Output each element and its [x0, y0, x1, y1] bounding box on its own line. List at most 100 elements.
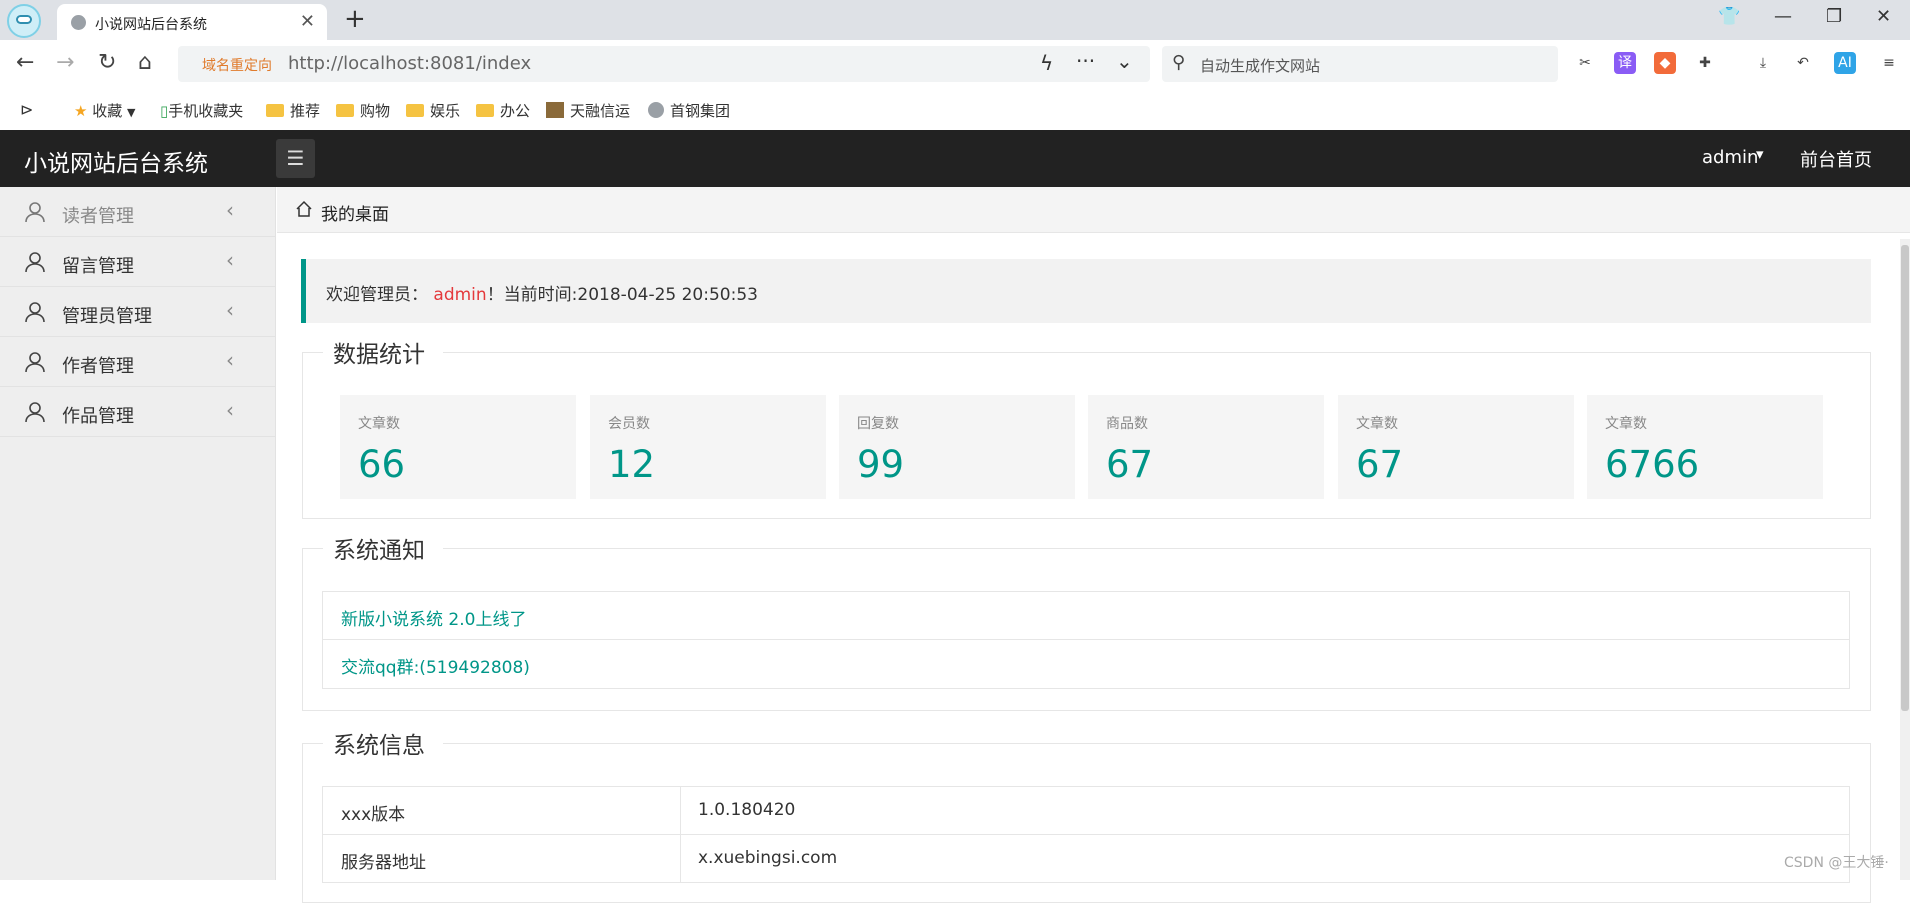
browser-logo-icon[interactable] — [7, 4, 41, 38]
close-tab-icon[interactable]: ✕ — [300, 11, 315, 32]
system-info-panel: 系统信息 xxx版本 1.0.180420 服务器地址 x.xuebingsi.… — [302, 726, 1871, 903]
close-window-icon[interactable]: ✕ — [1876, 6, 1891, 27]
back-icon[interactable]: ← — [16, 50, 34, 75]
bookmark-shopping[interactable]: 购物 — [336, 100, 390, 121]
restore-icon[interactable]: ❐ — [1826, 6, 1842, 27]
search-input[interactable]: 自动生成作文网站 — [1200, 55, 1320, 76]
welcome-banner: 欢迎管理员： admin！当前时间:2018-04-25 20:50:53 — [301, 259, 1871, 323]
front-page-link[interactable]: 前台首页 — [1800, 146, 1872, 172]
forward-icon[interactable]: → — [56, 50, 74, 75]
info-value: 1.0.180420 — [698, 800, 796, 820]
browser-tab[interactable]: 小说网站后台系统 ✕ — [57, 4, 327, 40]
chevron-left-icon: ‹ — [226, 298, 234, 322]
stat-card[interactable]: 会员数 12 — [590, 395, 826, 499]
sidebar-item-messages[interactable]: 留言管理 ‹ — [0, 237, 276, 287]
caret-down-icon[interactable]: ▾ — [1756, 145, 1764, 163]
table-row: xxx版本 1.0.180420 — [322, 786, 1850, 835]
stat-card[interactable]: 文章数 67 — [1338, 395, 1574, 499]
notices-legend: 系统通知 — [323, 531, 443, 565]
extensions-icon[interactable]: ✚ — [1694, 52, 1716, 74]
breadcrumb-tab[interactable]: 我的桌面 — [321, 200, 389, 225]
user-icon — [25, 252, 45, 273]
sidebar-item-admins[interactable]: 管理员管理 ‹ — [0, 287, 276, 337]
sidebar-item-authors[interactable]: 作者管理 ‹ — [0, 337, 276, 387]
list-item[interactable]: 交流qq群:(519492808) — [322, 640, 1850, 689]
caret-down-icon: ▼ — [127, 106, 136, 119]
cell-divider — [680, 787, 681, 835]
chevron-left-icon: ‹ — [226, 198, 234, 222]
chevron-left-icon: ‹ — [226, 248, 234, 272]
download-icon[interactable]: ⤓ — [1752, 52, 1774, 74]
image-icon — [546, 102, 564, 118]
bookmark-recommend[interactable]: 推荐 — [266, 100, 320, 121]
reload-icon[interactable]: ↻ — [98, 50, 116, 75]
address-bar[interactable]: 域名重定向 http://localhost:8081/index ϟ ··· … — [178, 46, 1150, 82]
menu-toggle-icon[interactable]: ☰ — [276, 139, 315, 178]
stats-legend: 数据统计 — [323, 335, 443, 369]
sidebar-item-works[interactable]: 作品管理 ‹ — [0, 387, 276, 437]
info-key: xxx版本 — [341, 805, 406, 825]
home-icon[interactable] — [295, 200, 313, 218]
welcome-user: admin — [433, 285, 487, 305]
chevron-left-icon: ‹ — [226, 348, 234, 372]
sidebar-item-label: 读者管理 — [62, 206, 134, 227]
bookmark-topsec[interactable]: 天融信运 — [546, 100, 630, 121]
stat-card[interactable]: 文章数 66 — [340, 395, 576, 499]
chevron-down-icon[interactable]: ⌄ — [1116, 49, 1133, 73]
stat-card[interactable]: 回复数 99 — [839, 395, 1075, 499]
sidebar-item-label: 作者管理 — [62, 356, 134, 377]
url-text[interactable]: http://localhost:8081/index — [288, 53, 531, 74]
stat-value: 66 — [358, 443, 406, 486]
sidebar-item-label: 留言管理 — [62, 256, 134, 277]
lightning-icon[interactable]: ϟ — [1040, 51, 1053, 75]
bookmark-favorites[interactable]: ★ 收藏 ▼ — [74, 100, 136, 121]
sidebar-toggle-icon[interactable]: ⊳ — [20, 100, 33, 119]
notice-link[interactable]: 新版小说系统 2.0上线了 — [341, 605, 526, 630]
stat-value: 67 — [1356, 443, 1404, 486]
breadcrumb: 我的桌面 — [277, 187, 1910, 233]
folder-icon — [266, 104, 284, 117]
stat-value: 67 — [1106, 443, 1154, 486]
new-tab-icon[interactable]: + — [344, 4, 366, 34]
stat-value: 99 — [857, 443, 905, 486]
scissors-icon[interactable]: ✂ — [1574, 52, 1596, 74]
home-icon[interactable]: ⌂ — [138, 50, 152, 75]
user-menu[interactable]: admin — [1702, 147, 1758, 168]
bookmark-office[interactable]: 办公 — [476, 100, 530, 121]
sidebar-item-readers[interactable]: 读者管理 ‹ — [0, 187, 276, 237]
undo-icon[interactable]: ↶ — [1792, 52, 1814, 74]
skin-icon[interactable]: 👕 — [1718, 6, 1740, 27]
notice-link[interactable]: 交流qq群:(519492808) — [341, 653, 530, 678]
welcome-text: 欢迎管理员： admin！当前时间:2018-04-25 20:50:53 — [326, 285, 758, 305]
browser-search-box[interactable]: ⚲ 自动生成作文网站 — [1162, 46, 1558, 82]
minimize-icon[interactable]: — — [1774, 6, 1792, 27]
stat-card[interactable]: 商品数 67 — [1088, 395, 1324, 499]
bookmark-shougang[interactable]: 首钢集团 — [648, 100, 730, 121]
stat-label: 会员数 — [608, 416, 650, 432]
bookmark-mobile[interactable]: ▯手机收藏夹 — [160, 100, 243, 121]
table-row: 服务器地址 x.xuebingsi.com — [322, 834, 1850, 883]
browser-toolbar: ← → ↻ ⌂ 域名重定向 http://localhost:8081/inde… — [0, 40, 1910, 88]
stat-value: 12 — [608, 443, 656, 486]
translate-icon[interactable]: 译 — [1614, 52, 1636, 74]
sidebar: 读者管理 ‹ 留言管理 ‹ 管理员管理 ‹ 作者管理 ‹ 作品管理 ‹ — [0, 187, 276, 880]
stat-card[interactable]: 文章数 6766 — [1587, 395, 1823, 499]
chevron-left-icon: ‹ — [226, 398, 234, 422]
info-value: x.xuebingsi.com — [698, 848, 838, 868]
stat-value: 6766 — [1605, 443, 1700, 486]
game-icon[interactable]: ◆ — [1654, 52, 1676, 74]
list-item[interactable]: 新版小说系统 2.0上线了 — [322, 591, 1850, 640]
tab-title: 小说网站后台系统 — [95, 17, 207, 33]
stat-label: 回复数 — [857, 416, 899, 432]
star-icon: ★ — [74, 102, 88, 120]
scrollbar-thumb[interactable] — [1901, 245, 1909, 711]
stat-label: 文章数 — [358, 416, 400, 432]
bookmarks-bar: ⊳ ★ 收藏 ▼ ▯手机收藏夹 推荐 购物 娱乐 办公 天融信运 首钢集团 — [0, 88, 1910, 130]
app-header: 小说网站后台系统 ☰ admin ▾ 前台首页 — [0, 130, 1910, 187]
ai-icon[interactable]: AI — [1834, 52, 1856, 74]
user-icon — [25, 402, 45, 423]
more-icon[interactable]: ··· — [1076, 49, 1095, 73]
menu-icon[interactable]: ≡ — [1878, 52, 1900, 74]
folder-icon — [406, 104, 424, 117]
bookmark-entertainment[interactable]: 娱乐 — [406, 100, 460, 121]
